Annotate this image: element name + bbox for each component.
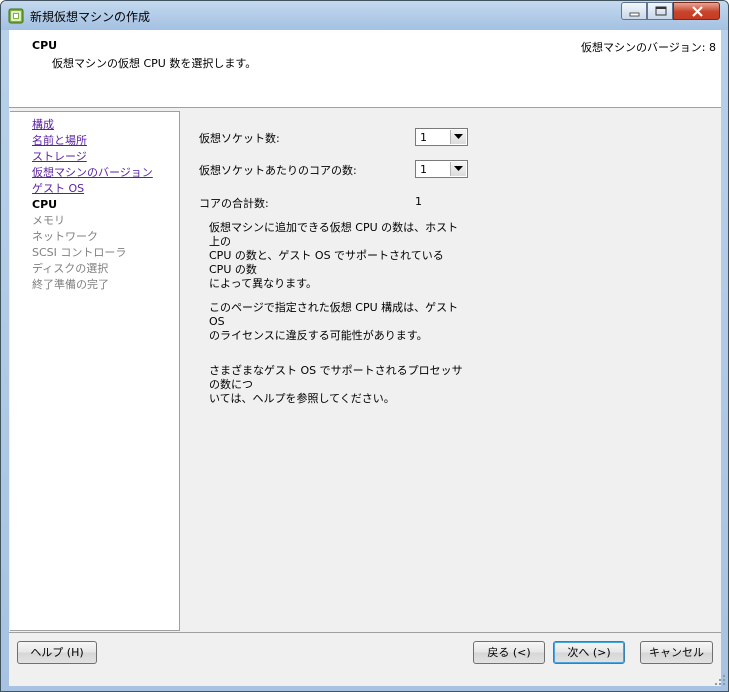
vm-version-label: 仮想マシンのバージョン: 8 [581, 41, 716, 54]
note-line: 仮想マシンに追加できる仮想 CPU の数は、ホスト上の [209, 221, 459, 248]
nav-item-ready-complete: 終了準備の完了 [32, 278, 109, 291]
license-note: このページで指定された仮想 CPU 構成は、ゲスト OS のライセンスに違反する… [209, 301, 469, 343]
nav-item-disk-select: ディスクの選択 [32, 262, 109, 275]
nav-item-memory: メモリ [32, 214, 65, 227]
page-title: CPU [32, 39, 58, 52]
total-cores-label: コアの合計数: [199, 197, 269, 210]
wizard-footer: ヘルプ (H) 戻る (<) 次へ (>) キャンセル [9, 632, 721, 686]
chevron-down-icon [454, 166, 463, 171]
nav-item-network: ネットワーク [32, 230, 98, 243]
minimize-icon [629, 12, 640, 17]
minimize-button[interactable] [621, 2, 647, 20]
maximize-icon [655, 6, 667, 16]
nav-item-guest-os[interactable]: ゲスト OS [32, 181, 84, 196]
close-icon [692, 6, 703, 17]
help-note: さまざまなゲスト OS でサポートされるプロセッサの数につ いては、ヘルプを参照… [209, 364, 469, 406]
dropdown-arrow-icon[interactable] [450, 130, 466, 144]
cores-per-socket-label: 仮想ソケットあたりのコアの数: [199, 164, 357, 177]
nav-item-cpu: CPU [32, 198, 58, 211]
wizard-body: 構成 名前と場所 ストレージ 仮想マシンのバージョン ゲスト OS CPU メモ… [9, 108, 721, 632]
next-button[interactable]: 次へ (>) [553, 641, 625, 664]
title-bar[interactable]: 新規仮想マシンの作成 [1, 1, 728, 30]
sockets-value: 1 [420, 131, 427, 144]
cores-value: 1 [420, 163, 427, 176]
note-line: CPU の数と、ゲスト OS でサポートされている CPU の数 [209, 249, 444, 276]
dropdown-arrow-icon[interactable] [450, 162, 466, 176]
total-cores-value: 1 [415, 195, 422, 208]
nav-item-name-location[interactable]: 名前と場所 [32, 133, 87, 148]
help-button[interactable]: ヘルプ (H) [17, 641, 97, 664]
resize-grip-icon[interactable] [714, 674, 726, 689]
wizard-header: CPU 仮想マシンの仮想 CPU 数を選択します。 仮想マシンのバージョン: 8 [9, 30, 721, 108]
note-line: によって異なります。 [209, 277, 318, 290]
vsphere-app-icon [8, 8, 24, 24]
cancel-button[interactable]: キャンセル [640, 641, 713, 664]
nav-item-configuration[interactable]: 構成 [32, 117, 54, 132]
note-line: さまざまなゲスト OS でサポートされるプロセッサの数につ [209, 364, 463, 391]
close-button[interactable] [673, 2, 720, 20]
window-title: 新規仮想マシンの作成 [30, 10, 151, 24]
nav-item-scsi-controller: SCSI コントローラ [32, 246, 127, 259]
cpu-settings-panel: 仮想ソケット数: 1 仮想ソケットあたりのコアの数: 1 コアの合計数: 1 仮… [180, 108, 721, 632]
nav-item-vm-version[interactable]: 仮想マシンのバージョン [32, 165, 153, 180]
cores-per-socket-dropdown[interactable]: 1 [415, 160, 468, 178]
sockets-dropdown[interactable]: 1 [415, 128, 468, 146]
chevron-down-icon [454, 134, 463, 139]
sockets-label: 仮想ソケット数: [199, 132, 280, 145]
cpu-limit-note: 仮想マシンに追加できる仮想 CPU の数は、ホスト上の CPU の数と、ゲスト … [209, 221, 469, 291]
nav-item-storage[interactable]: ストレージ [32, 149, 87, 164]
step-navigation: 構成 名前と場所 ストレージ 仮想マシンのバージョン ゲスト OS CPU メモ… [10, 111, 180, 631]
back-button[interactable]: 戻る (<) [473, 641, 545, 664]
maximize-button[interactable] [647, 2, 673, 20]
wizard-window: 新規仮想マシンの作成 CPU 仮想マシンの仮想 CPU 数を選択します。 仮想マ… [0, 0, 729, 692]
note-line: このページで指定された仮想 CPU 構成は、ゲスト OS [209, 301, 459, 328]
note-line: いては、ヘルプを参照してください。 [209, 392, 395, 405]
note-line: のライセンスに違反する可能性があります。 [209, 329, 428, 342]
page-description: 仮想マシンの仮想 CPU 数を選択します。 [52, 57, 257, 70]
